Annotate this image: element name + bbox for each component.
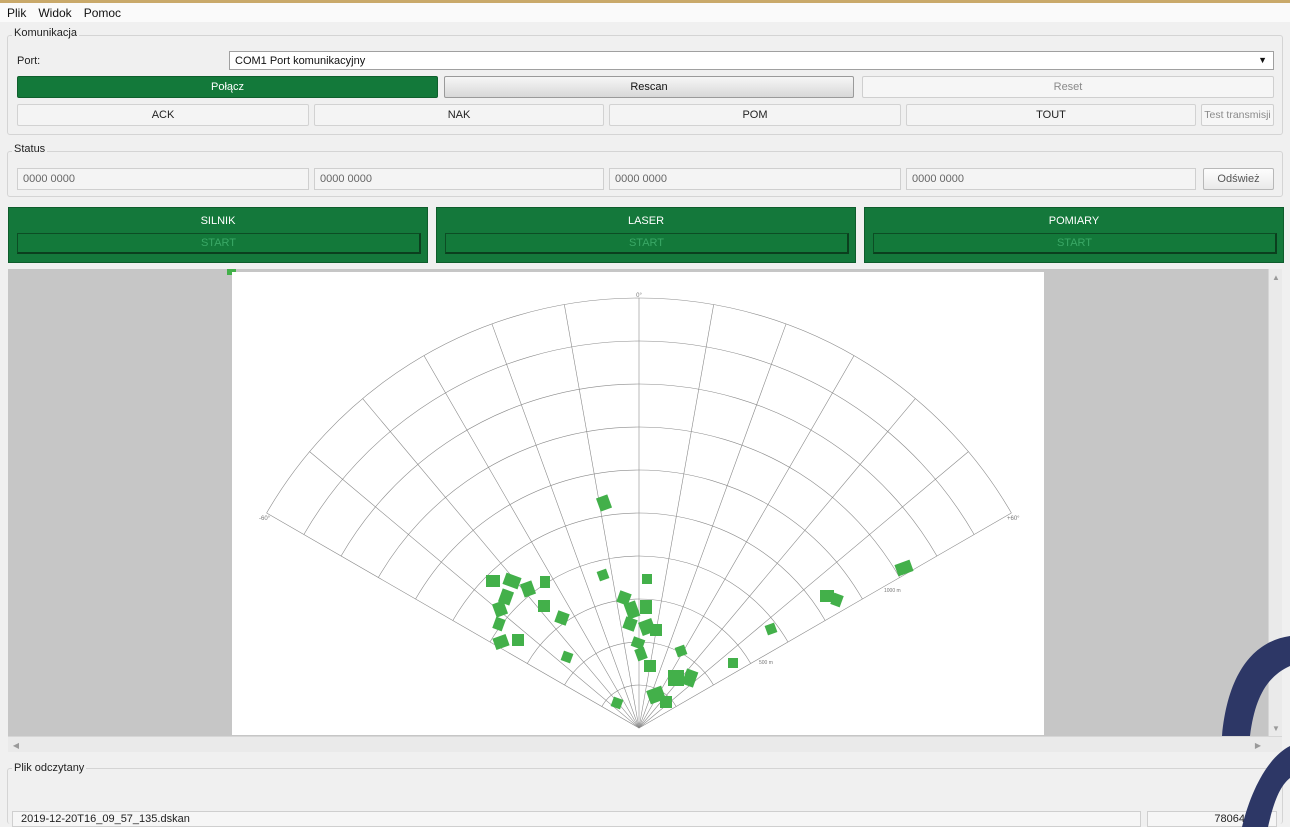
radar-target-blip (650, 624, 662, 636)
status-field-3: 0000 0000 (609, 168, 901, 190)
motor-panel: SILNIK START (8, 207, 428, 263)
refresh-button[interactable]: Odśwież (1203, 168, 1274, 190)
radar-label-top: 0° (636, 293, 642, 299)
reset-button[interactable]: Reset (862, 76, 1274, 98)
menu-view[interactable]: Widok (31, 3, 76, 20)
radar-target-blip (660, 696, 672, 708)
nak-indicator: NAK (314, 104, 604, 126)
measurements-panel: POMIARY START (864, 207, 1284, 263)
scroll-left-icon[interactable]: ◀ (10, 739, 22, 751)
status-group-title: Status (12, 143, 48, 155)
communication-group-title: Komunikacja (12, 27, 79, 39)
status-field-4: 0000 0000 (906, 168, 1196, 190)
port-select-value: COM1 Port komunikacyjny (235, 54, 366, 67)
radar-target-blip (512, 634, 524, 646)
laser-start-button[interactable]: START (445, 233, 849, 254)
dropdown-arrow-icon: ▼ (1258, 55, 1267, 65)
radar-target-blip (668, 670, 684, 686)
radar-range-1000: 1000 m (884, 588, 901, 594)
motor-panel-title: SILNIK (200, 215, 236, 227)
menu-bar: Plik Widok Pomoc (0, 0, 1290, 22)
motor-start-button[interactable]: START (17, 233, 421, 254)
test-transmission-button[interactable]: Test transmisji (1201, 104, 1274, 126)
scroll-up-icon[interactable]: ▲ (1269, 271, 1283, 283)
radar-target-blip (728, 658, 738, 668)
port-label: Port: (17, 55, 41, 67)
radar-target-blip (642, 574, 652, 584)
radar-canvas[interactable]: 0° -60° +60° 500 m 1000 m (232, 272, 1044, 735)
radar-target-blip (644, 660, 656, 672)
status-field-2: 0000 0000 (314, 168, 604, 190)
port-select[interactable]: COM1 Port komunikacyjny ▼ (229, 51, 1274, 70)
measurements-panel-title: POMIARY (1048, 215, 1100, 227)
radar-target-blip (540, 576, 550, 588)
ack-indicator: ACK (17, 104, 309, 126)
corner-logo-icon (1222, 636, 1290, 827)
rescan-button[interactable]: Rescan (444, 76, 854, 98)
laser-panel-title: LASER (627, 215, 665, 227)
file-name-field: 2019-12-20T16_09_57_135.dskan (12, 811, 1141, 827)
status-field-1: 0000 0000 (17, 168, 309, 190)
radar-label-left: -60° (259, 516, 271, 522)
radar-target-blip (486, 575, 500, 587)
radar-target-blip (538, 600, 550, 612)
file-read-group-title: Plik odczytany (12, 762, 87, 774)
pom-indicator: POM (609, 104, 901, 126)
measurements-start-button[interactable]: START (873, 233, 1277, 254)
menu-help[interactable]: Pomoc (77, 3, 126, 20)
tout-indicator: TOUT (906, 104, 1196, 126)
radar-label-right: +60° (1007, 516, 1020, 522)
radar-range-500: 500 m (759, 660, 773, 666)
menu-file[interactable]: Plik (0, 3, 31, 20)
laser-panel: LASER START (436, 207, 856, 263)
connect-button[interactable]: Połącz (17, 76, 438, 98)
radar-target-blip (640, 600, 652, 614)
horizontal-scrollbar[interactable]: ◀ ▶ (8, 736, 1282, 752)
